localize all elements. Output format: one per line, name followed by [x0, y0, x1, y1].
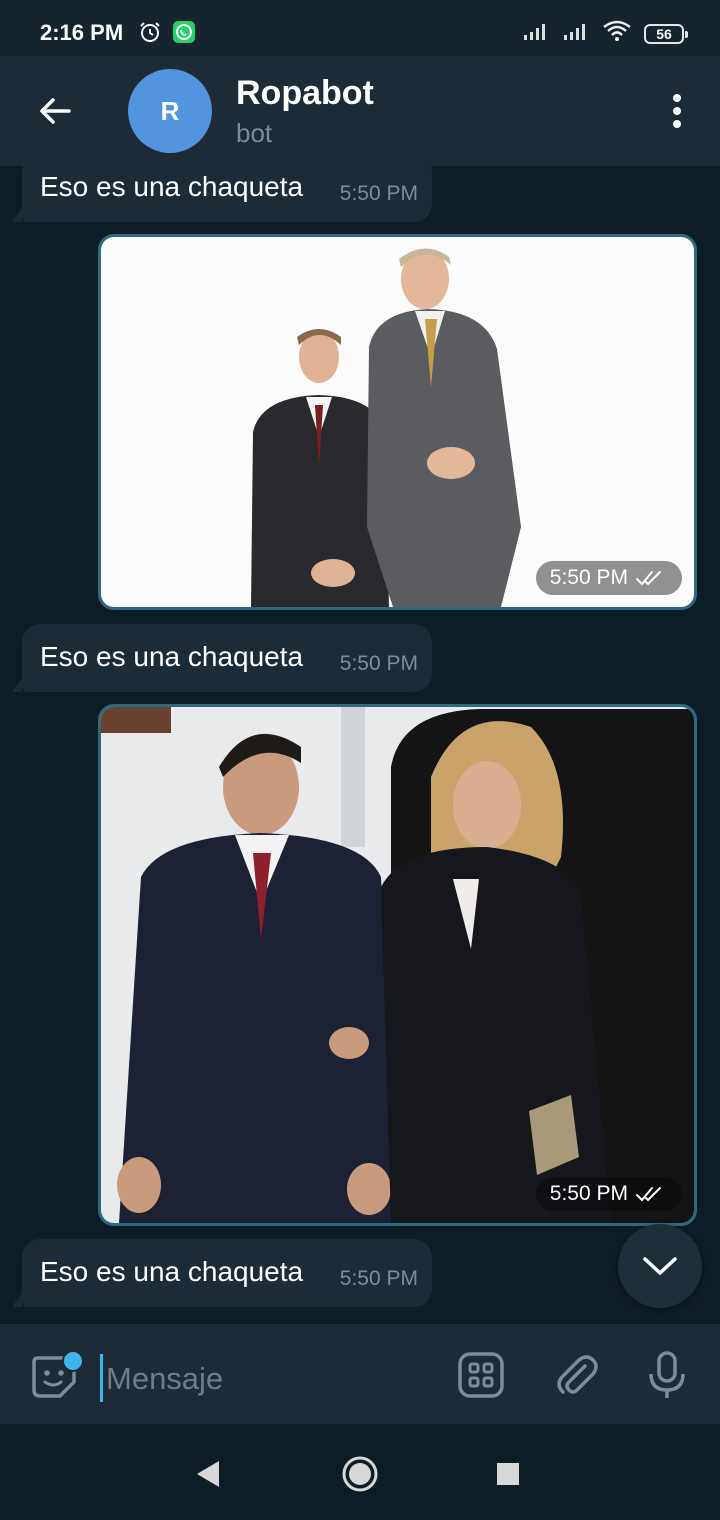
chevron-down-icon [643, 1257, 677, 1275]
photo-timestamp: 5:50 PM [535, 1177, 682, 1211]
signal-icon [522, 21, 550, 46]
photo-message[interactable]: 5:50 PM [98, 234, 697, 610]
message-text: Eso es una chaqueta [40, 641, 304, 672]
message-time: 5:50 PM [339, 182, 418, 205]
circle-home-icon [342, 1456, 378, 1492]
arrow-left-icon [40, 98, 71, 124]
avatar[interactable]: R [128, 69, 212, 153]
triangle-back-icon [197, 1461, 219, 1487]
wifi-icon [602, 20, 632, 47]
message-time: 5:50 PM [339, 1267, 418, 1290]
more-vertical-icon [673, 94, 681, 128]
message-text: Eso es una chaqueta [40, 171, 304, 202]
attach-button[interactable] [551, 1350, 601, 1400]
double-check-icon [636, 571, 661, 586]
bot-commands-button[interactable] [456, 1350, 506, 1400]
notification-dot [62, 1350, 84, 1372]
chat-title[interactable]: Ropabot [236, 74, 374, 113]
status-time: 2:16 PM [40, 20, 124, 45]
message-bubble-incoming[interactable]: Eso es una chaqueta 5:50 PM [12, 624, 432, 692]
microphone-icon [649, 1351, 685, 1398]
chat-subtitle: bot [236, 118, 273, 148]
message-list[interactable]: Eso es una chaqueta 5:50 PM 5:50 PM Eso … [0, 166, 720, 1324]
signal-icon [562, 21, 590, 46]
message-time: 5:50 PM [549, 566, 628, 589]
status-bar: 2:16 PM 56 [0, 0, 720, 56]
square-recents-icon [497, 1463, 519, 1485]
grid-icon [458, 1352, 504, 1398]
scroll-to-bottom-button[interactable] [618, 1224, 702, 1308]
message-bubble-incoming[interactable]: Eso es una chaqueta 5:50 PM [12, 166, 432, 222]
message-time: 5:50 PM [339, 652, 418, 675]
message-composer [0, 1324, 720, 1424]
back-button[interactable] [30, 86, 80, 136]
system-navigation-bar [0, 1424, 720, 1520]
voice-record-button[interactable] [642, 1350, 692, 1400]
photo-timestamp: 5:50 PM [535, 561, 682, 595]
message-time: 5:50 PM [549, 1182, 628, 1205]
photo-image[interactable] [101, 707, 694, 1223]
nav-home-button[interactable] [340, 1454, 380, 1494]
battery-icon: 56 [644, 23, 688, 44]
photo-image[interactable] [101, 237, 694, 607]
chat-header: R Ropabot bot [0, 56, 720, 166]
more-options-button[interactable] [662, 86, 692, 136]
double-check-icon [636, 1187, 661, 1202]
paperclip-icon [557, 1355, 598, 1394]
alarm-icon [138, 20, 162, 49]
nav-recents-button[interactable] [488, 1454, 528, 1494]
message-text: Eso es una chaqueta [40, 1256, 304, 1287]
photo-message[interactable]: 5:50 PM [98, 704, 697, 1226]
message-bubble-incoming[interactable]: Eso es una chaqueta 5:50 PM [12, 1239, 432, 1307]
message-input[interactable] [104, 1354, 438, 1404]
nav-back-button[interactable] [188, 1454, 228, 1494]
whatsapp-icon [172, 20, 196, 49]
text-cursor [100, 1354, 103, 1402]
